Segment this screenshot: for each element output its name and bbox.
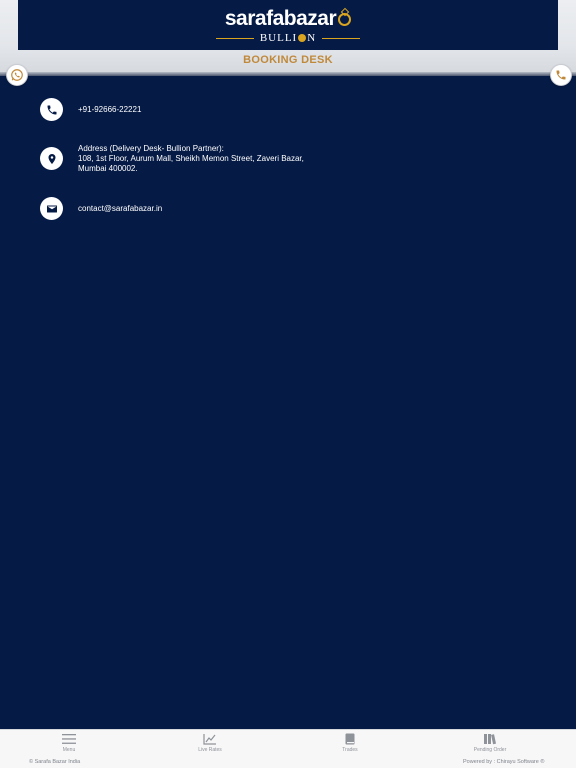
booking-desk-screen: sarafabazar BULLI N BOOKING DESK +91-926… <box>0 0 576 768</box>
whatsapp-button[interactable] <box>6 64 28 86</box>
logo-divider-right <box>322 37 361 39</box>
logo-sub-right: N <box>307 32 317 44</box>
ring-icon <box>338 13 352 26</box>
logo: sarafabazar BULLI N <box>18 0 558 50</box>
contact-address: Address (Delivery Desk- Bullion Partner)… <box>40 144 318 174</box>
contact-phone[interactable]: +91-92666-22221 <box>40 98 318 121</box>
logo-sub-left: BULLI <box>259 32 298 44</box>
address-label: Address (Delivery Desk- Bullion Partner)… <box>78 144 224 153</box>
page-title: BOOKING DESK <box>243 54 333 66</box>
whatsapp-icon <box>11 69 23 81</box>
tab-pending-order-label: Pending Order <box>473 747 507 753</box>
tab-menu[interactable]: Menu <box>19 733 119 753</box>
tab-menu-label: Menu <box>62 747 76 753</box>
phone-number[interactable]: +91-92666-22221 <box>78 105 318 115</box>
address-text: 108, 1st Floor, Aurum Mall, Sheikh Memon… <box>78 154 304 173</box>
book-icon <box>345 733 355 745</box>
location-pin-icon <box>48 153 55 164</box>
phone-icon <box>47 105 56 114</box>
tab-trades-label: Trades <box>342 747 358 753</box>
tab-trades[interactable]: Trades <box>300 733 400 753</box>
coin-icon <box>298 34 307 42</box>
email-address[interactable]: contact@sarafabazar.in <box>78 204 318 214</box>
hamburger-icon <box>62 734 76 744</box>
header: sarafabazar BULLI N BOOKING DESK <box>0 0 576 76</box>
tab-live-rates-label: Live Rates <box>198 747 222 753</box>
bottom-nav: Menu Live Rates Trades Pending Order © S… <box>0 729 576 768</box>
contact-email[interactable]: contact@sarafabazar.in <box>40 197 318 220</box>
logo-divider-left <box>215 37 254 39</box>
tab-live-rates[interactable]: Live Rates <box>160 733 260 753</box>
line-chart-icon <box>203 734 216 745</box>
tab-pending-order[interactable]: Pending Order <box>440 733 540 753</box>
mail-icon <box>46 205 57 212</box>
books-icon <box>484 734 497 745</box>
phone-icon <box>556 70 566 80</box>
logo-wordmark: sarafabazar <box>224 7 337 30</box>
call-button[interactable] <box>550 64 572 86</box>
powered-by-text: Powered by : Chirayu Software ® <box>463 759 545 765</box>
copyright-text: © Sarafa Bazar India <box>29 759 81 765</box>
